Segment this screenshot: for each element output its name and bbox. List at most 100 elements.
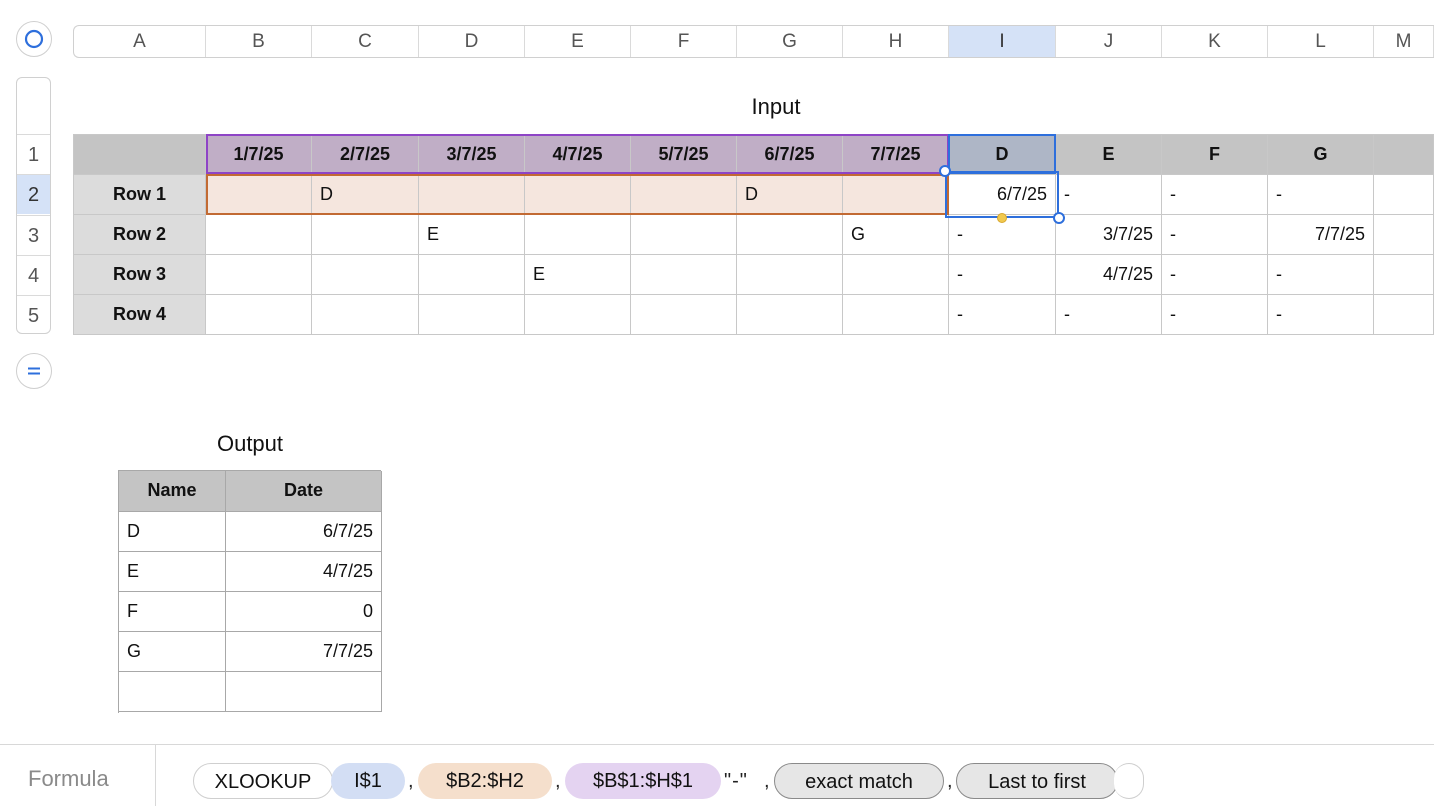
formula-arg-if-not-found[interactable]: "-" [724, 763, 748, 799]
input-cell[interactable] [737, 255, 843, 295]
input-cell[interactable]: - [1268, 255, 1374, 295]
input-cell[interactable]: E [419, 215, 525, 255]
output-date-cell[interactable]: 0 [226, 592, 382, 632]
input-cell[interactable] [525, 215, 631, 255]
input-cell[interactable]: - [1162, 215, 1268, 255]
input-cell[interactable]: - [1268, 295, 1374, 335]
input-cell[interactable] [1374, 215, 1434, 255]
input-cell[interactable]: - [1056, 295, 1162, 335]
input-row-label[interactable]: Row 3 [74, 255, 206, 295]
input-cell[interactable]: G [843, 215, 949, 255]
row-header-2[interactable]: 2 [17, 174, 50, 214]
input-cell[interactable]: - [1056, 175, 1162, 215]
column-header-e[interactable]: E [525, 26, 631, 57]
selection-handle-bottom-right[interactable] [1053, 212, 1065, 224]
output-date-cell[interactable]: 7/7/25 [226, 632, 382, 672]
input-cell[interactable] [206, 295, 312, 335]
add-row-button[interactable] [16, 353, 52, 389]
row-header-3[interactable]: 3 [17, 215, 50, 255]
input-cell[interactable] [631, 215, 737, 255]
input-row-label[interactable]: Row 1 [74, 175, 206, 215]
row-header-4[interactable]: 4 [17, 255, 50, 295]
input-cell[interactable] [843, 255, 949, 295]
row-header-bar: 12345 [16, 77, 51, 334]
formula-arg-lookup-value[interactable]: I$1 [331, 763, 405, 799]
formula-arg-match-mode[interactable]: exact match [774, 763, 944, 799]
row-header-1[interactable]: 1 [17, 134, 50, 174]
input-cell[interactable] [631, 255, 737, 295]
formula-label: Formula [28, 766, 109, 791]
column-header-h[interactable]: H [843, 26, 949, 57]
column-header-b[interactable]: B [206, 26, 312, 57]
formula-arg-return-range[interactable]: $B$1:$H$1 [565, 763, 721, 799]
formula-end-cap [1114, 763, 1144, 799]
select-all-button[interactable] [16, 21, 52, 57]
column-header-c[interactable]: C [312, 26, 419, 57]
formula-function-token[interactable]: XLOOKUP [193, 763, 333, 799]
column-header-k[interactable]: K [1162, 26, 1268, 57]
input-header-cell[interactable]: G [1268, 135, 1374, 175]
input-cell[interactable] [312, 295, 419, 335]
input-header-cell[interactable] [1374, 135, 1434, 175]
output-date-cell[interactable]: 6/7/25 [226, 512, 382, 552]
input-header-cell[interactable]: F [1162, 135, 1268, 175]
output-name-cell[interactable]: D [119, 512, 226, 552]
input-cell[interactable]: - [949, 295, 1056, 335]
formula-arg-lookup-range[interactable]: $B2:$H2 [418, 763, 552, 799]
input-header-cell[interactable]: E [1056, 135, 1162, 175]
input-cell[interactable]: 4/7/25 [1056, 255, 1162, 295]
column-header-l[interactable]: L [1268, 26, 1374, 57]
input-table-title: Input [751, 94, 801, 119]
column-header-i[interactable]: I [949, 26, 1056, 57]
input-cell[interactable] [737, 215, 843, 255]
input-cell[interactable]: - [1162, 255, 1268, 295]
column-header-bar: ABCDEFGHIJKLM [73, 25, 1434, 58]
input-cell[interactable] [312, 255, 419, 295]
row-header-5[interactable]: 5 [17, 295, 50, 333]
fill-handle[interactable] [997, 213, 1007, 223]
input-cell[interactable] [1374, 255, 1434, 295]
input-cell[interactable] [1374, 295, 1434, 335]
active-cell-selection[interactable] [945, 171, 1059, 218]
output-name-cell[interactable]: F [119, 592, 226, 632]
output-date-cell[interactable]: 4/7/25 [226, 552, 382, 592]
column-header-m[interactable]: M [1374, 26, 1434, 57]
formula-separator: , [764, 770, 770, 792]
input-cell[interactable]: - [1162, 295, 1268, 335]
input-cell[interactable] [419, 255, 525, 295]
formula-separator: , [408, 770, 414, 792]
equals-icon [28, 367, 40, 375]
input-cell[interactable]: E [525, 255, 631, 295]
input-cell[interactable] [419, 295, 525, 335]
input-cell[interactable]: - [1268, 175, 1374, 215]
input-cell[interactable] [206, 255, 312, 295]
column-header-f[interactable]: F [631, 26, 737, 57]
input-cell[interactable]: 3/7/25 [1056, 215, 1162, 255]
input-row-label[interactable]: Row 4 [74, 295, 206, 335]
output-name-cell[interactable] [119, 672, 226, 712]
input-cell[interactable] [206, 215, 312, 255]
output-name-cell[interactable]: E [119, 552, 226, 592]
column-header-j[interactable]: J [1056, 26, 1162, 57]
formula-arg-search-mode[interactable]: Last to first [956, 763, 1118, 799]
output-name-cell[interactable]: G [119, 632, 226, 672]
input-cell[interactable]: - [949, 255, 1056, 295]
output-header-cell[interactable]: Name [119, 471, 226, 512]
input-cell[interactable]: - [1162, 175, 1268, 215]
input-header-cell[interactable] [74, 135, 206, 175]
input-cell[interactable] [312, 215, 419, 255]
input-row-label[interactable]: Row 2 [74, 215, 206, 255]
input-cell[interactable] [1374, 175, 1434, 215]
input-cell[interactable] [631, 295, 737, 335]
input-cell[interactable] [737, 295, 843, 335]
selection-handle-top-left[interactable] [939, 165, 951, 177]
output-header-cell[interactable]: Date [226, 471, 382, 512]
column-header-g[interactable]: G [737, 26, 843, 57]
column-header-d[interactable]: D [419, 26, 525, 57]
input-cell[interactable]: 7/7/25 [1268, 215, 1374, 255]
formula-separator: , [555, 770, 561, 792]
column-header-a[interactable]: A [74, 26, 206, 57]
output-date-cell[interactable] [226, 672, 382, 712]
input-cell[interactable] [525, 295, 631, 335]
input-cell[interactable] [843, 295, 949, 335]
